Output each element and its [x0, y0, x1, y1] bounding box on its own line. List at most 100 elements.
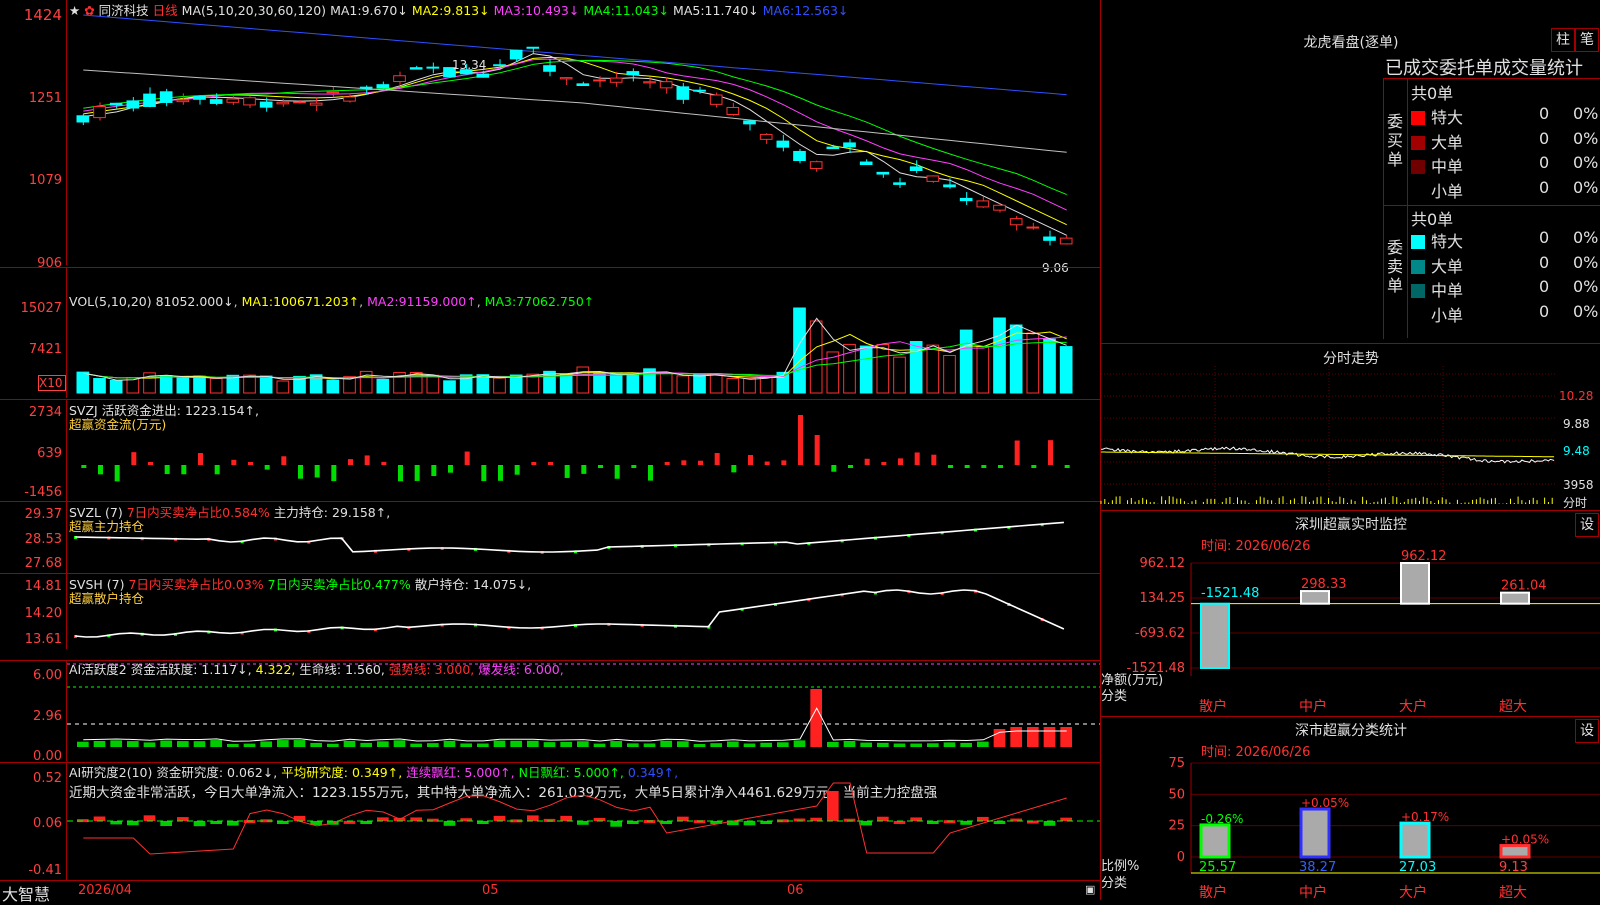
candle-body: [776, 140, 790, 148]
buy-color-swatch: [1411, 135, 1425, 150]
dragon-title: 龙虎看盘(逐单): [1303, 35, 1399, 51]
fund-flow-bar: [914, 452, 920, 465]
szc-value-label: 9.13: [1499, 860, 1528, 875]
candle-body: [876, 171, 890, 175]
candle-body: [859, 161, 873, 166]
buy-count: 0: [1539, 128, 1550, 148]
ai-research-panel[interactable]: AI研究度2(10) 资金研究度: 0.062↓, 平均研究度: 0.349↑,…: [67, 762, 1100, 881]
candle-body: [609, 77, 623, 83]
volume-bar: [326, 379, 340, 394]
activity-bar: [393, 740, 406, 747]
fund-flow-bar: [548, 462, 553, 465]
intraday-tick: 9.88: [1563, 417, 1590, 431]
activity-bar: [1010, 727, 1022, 747]
research-bar: [527, 815, 539, 821]
fund-flow-bar: [298, 465, 303, 479]
activity-bar: [777, 742, 789, 747]
volume-panel[interactable]: VOL(5,10,20) 81052.000↓, MA1:100671.203↑…: [67, 267, 1100, 398]
activity-bar: [360, 742, 372, 747]
fund-flow-bar: [314, 465, 320, 478]
candle-body: [759, 133, 773, 140]
candle-body: [976, 200, 990, 208]
svsh-panel[interactable]: SVSH (7) 7日内买卖净占比0.03% 7日内买卖净占比0.477% 散户…: [67, 573, 1100, 649]
candle-body: [1059, 237, 1073, 245]
buy-color-swatch: [1411, 184, 1425, 199]
activity-bar: [960, 742, 972, 747]
szc-bar: [1199, 823, 1231, 859]
activity-bar: [410, 743, 422, 747]
stats-col-divider: [1407, 78, 1408, 338]
activity-bar: [143, 742, 156, 747]
fund-flow-bar: [231, 459, 237, 465]
candlestick-panel[interactable]: ★ ✿ 同济科技 日线 MA(5,10,20,30,60,120) MA1:9.…: [67, 0, 1100, 275]
volume-bar: [859, 345, 873, 394]
fund-flow-bar: [898, 458, 903, 465]
volume-bar: [793, 307, 806, 394]
fund-flow-bar: [364, 455, 370, 465]
activity-bar: [643, 743, 656, 747]
candle-body: [259, 101, 273, 108]
szc-change-label: +0.17%: [1401, 810, 1449, 824]
research-bar: [910, 817, 922, 821]
candle-body: [926, 175, 940, 182]
szc-bar: [1499, 844, 1531, 859]
volume-bar: [76, 371, 90, 394]
activity-bar: [110, 740, 122, 747]
fund-flow-bar: [331, 465, 337, 482]
research-bar: [127, 821, 139, 826]
research-bar: [977, 816, 989, 821]
buy-color-swatch: [1411, 111, 1425, 125]
candle-body: [943, 184, 956, 188]
sell-count: 0: [1539, 277, 1550, 296]
svsh-tick: 14.81: [24, 579, 62, 594]
sell-label-text: 中单: [1431, 281, 1464, 300]
volume-bar: [443, 380, 456, 394]
research-bar: [293, 815, 306, 821]
buy-row-label: 特大: [1411, 104, 1463, 128]
fund-flow-bar: [864, 458, 870, 465]
volume-bar: [593, 373, 606, 394]
candle-body: [809, 161, 823, 169]
volume-bar: [876, 343, 890, 394]
svsh-chart: [74, 589, 1065, 638]
candle-body: [593, 79, 606, 82]
column-view-button[interactable]: 柱: [1551, 28, 1575, 52]
research-bar: [677, 816, 689, 821]
volume-bar: [676, 375, 690, 394]
buy-label-text: 中单: [1431, 157, 1464, 176]
szc-value-label: 27.03: [1399, 860, 1436, 875]
activity-bar: [743, 743, 756, 747]
activity-bar: [927, 743, 939, 747]
lock-icon[interactable]: ▣: [1085, 883, 1095, 896]
fund-flow-bar: [514, 465, 520, 475]
research-bar: [160, 821, 172, 827]
sz-class-xlabel: 分类: [1101, 876, 1128, 891]
volume-bar: [209, 378, 223, 394]
fund-flow-bar: [664, 462, 670, 465]
research-bar: [827, 791, 839, 821]
sz-bar: [1300, 590, 1330, 605]
research-bar: [743, 821, 756, 826]
ai-active-panel[interactable]: AI活跃度2 资金活跃度: 1.117↓, 4.322, 生命线: 1.560,…: [67, 660, 1100, 761]
fund-flow-bar: [931, 454, 937, 465]
fund-flow-bar: [764, 461, 770, 465]
fund-flow-bar: [531, 462, 537, 465]
activity-bar: [560, 741, 572, 747]
volume-bar: [243, 374, 256, 394]
candle-body: [676, 86, 690, 100]
svzj-panel[interactable]: SVZJ 活跃资金进出: 1223.154↑, 超赢资金流(万元): [67, 399, 1100, 501]
candle-body: [526, 46, 540, 49]
svzl-panel[interactable]: SVZL (7) 7日内买卖净占比0.584% 主力持仓: 29.158↑, 超…: [67, 501, 1100, 573]
research-bar: [560, 815, 572, 821]
research-bar: [93, 816, 106, 821]
sz-bar-label: 962.12: [1401, 549, 1447, 564]
holding-line: [74, 589, 1065, 638]
pen-view-button[interactable]: 笔: [1575, 28, 1599, 52]
szc-category: 中户: [1299, 884, 1327, 901]
activity-bar: [243, 743, 256, 747]
candle-body: [176, 99, 190, 103]
stats-title: 已成交委托单成交量统计: [1385, 58, 1583, 79]
ai-research-tick: 0.06: [33, 816, 62, 831]
candle-body: [543, 65, 556, 72]
ai-research-axis: 0.52 0.06 -0.41: [0, 762, 67, 881]
